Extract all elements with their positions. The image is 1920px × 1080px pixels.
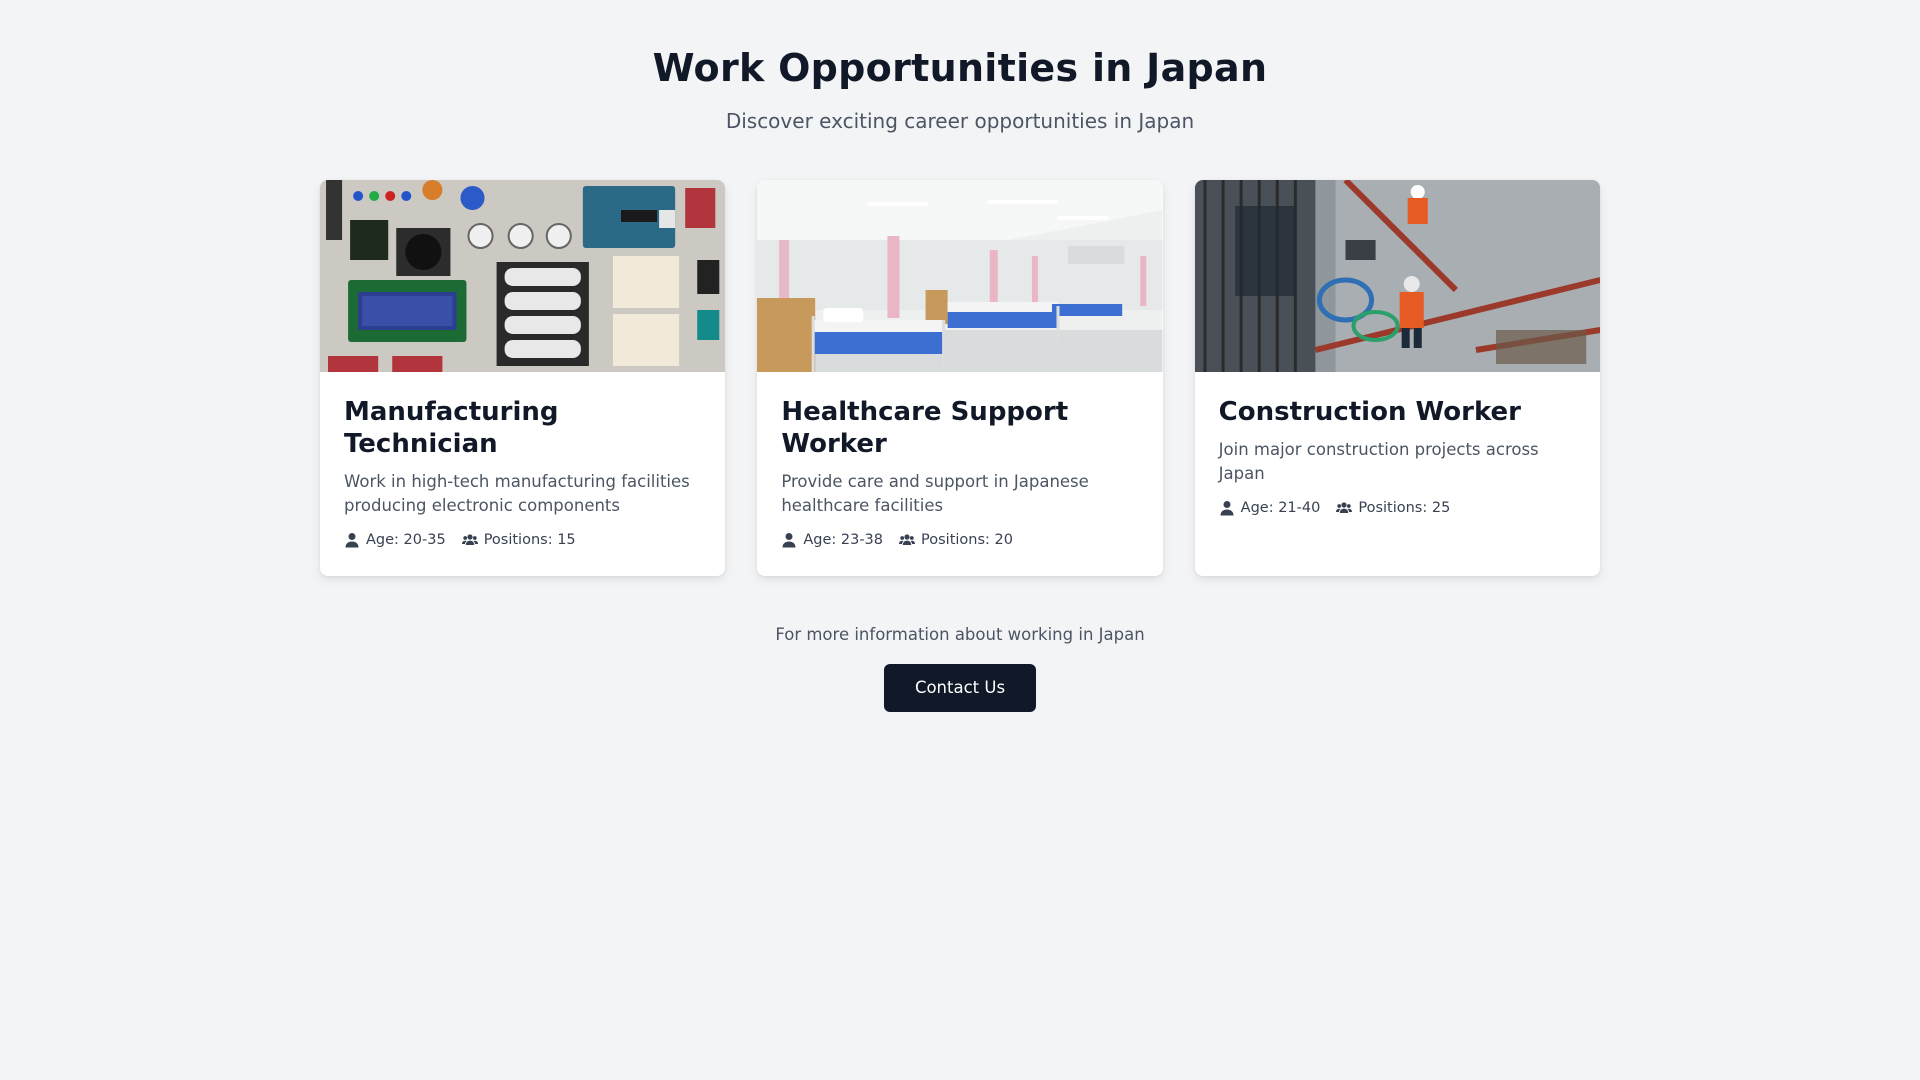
page-header: Work Opportunities in Japan Discover exc… — [0, 0, 1920, 134]
contact-section: For more information about working in Ja… — [0, 624, 1920, 712]
job-title: Manufacturing Technician — [344, 397, 559, 459]
user-icon — [1220, 501, 1234, 516]
hospital-ward-photo — [757, 180, 1163, 372]
page-title: Work Opportunities in Japan — [652, 46, 1268, 90]
age-text: Age: 21-40 — [1240, 500, 1321, 516]
users-icon — [461, 534, 478, 545]
job-description: Join major construction projects across … — [1218, 440, 1539, 483]
user-icon — [782, 533, 796, 548]
contact-us-button[interactable]: Contact Us — [884, 664, 1036, 712]
users-icon — [1336, 502, 1353, 513]
job-card-body: Construction Worker Join major construct… — [1195, 372, 1600, 540]
positions-count: Positions: 25 — [1336, 500, 1450, 516]
contact-prompt: For more information about working in Ja… — [775, 625, 1145, 644]
age-range: Age: 21-40 — [1219, 500, 1321, 516]
construction-site-photo — [1194, 180, 1600, 372]
age-text: Age: 23-38 — [803, 532, 884, 548]
positions-count: Positions: 15 — [461, 532, 576, 548]
positions-count: Positions: 20 — [899, 532, 1013, 548]
job-card-body: Manufacturing Technician Work in high-te… — [320, 372, 725, 572]
job-meta: Age: 20-35 Positions: 15 — [344, 532, 701, 548]
job-meta: Age: 23-38 Positions: 20 — [781, 532, 1138, 548]
user-icon — [345, 533, 359, 548]
job-description: Provide care and support in Japanese hea… — [781, 472, 1089, 515]
job-card-manufacturing[interactable]: Manufacturing Technician Work in high-te… — [320, 180, 726, 576]
electronics-components-photo — [320, 180, 726, 372]
age-range: Age: 23-38 — [781, 532, 883, 548]
job-cards: Manufacturing Technician Work in high-te… — [320, 180, 1600, 576]
positions-text: Positions: 15 — [483, 532, 576, 548]
age-range: Age: 20-35 — [344, 532, 446, 548]
job-description: Work in high-tech manufacturing faciliti… — [344, 472, 690, 515]
job-card-healthcare[interactable]: Healthcare Support Worker Provide care a… — [757, 180, 1163, 576]
job-card-construction[interactable]: Construction Worker Join major construct… — [1194, 180, 1600, 576]
users-icon — [899, 534, 916, 545]
job-meta: Age: 21-40 Positions: 25 — [1219, 500, 1576, 516]
page: Work Opportunities in Japan Discover exc… — [0, 0, 1920, 1080]
job-title: Construction Worker — [1218, 397, 1522, 427]
positions-text: Positions: 25 — [1358, 500, 1451, 516]
job-title: Healthcare Support Worker — [781, 397, 1069, 459]
page-subtitle: Discover exciting career opportunities i… — [725, 109, 1195, 133]
job-card-body: Healthcare Support Worker Provide care a… — [757, 372, 1162, 572]
positions-text: Positions: 20 — [921, 532, 1013, 548]
age-text: Age: 20-35 — [366, 532, 446, 548]
